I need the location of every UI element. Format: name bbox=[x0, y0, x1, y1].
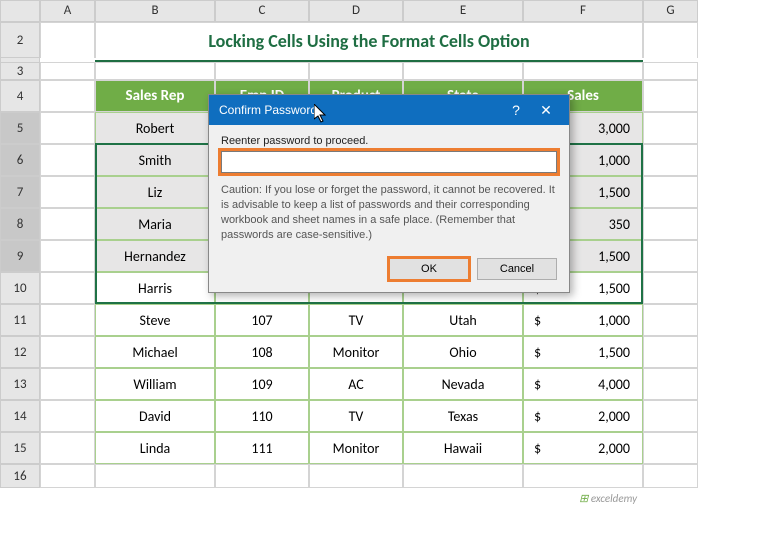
cell-id[interactable]: 109 bbox=[215, 368, 309, 400]
currency-symbol: $ bbox=[534, 376, 541, 393]
cell-rep[interactable]: Linda bbox=[95, 432, 215, 464]
row-header-11[interactable]: 11 bbox=[0, 304, 40, 336]
cell-product[interactable]: AC bbox=[309, 368, 403, 400]
ok-button[interactable]: OK bbox=[389, 258, 469, 280]
cell-sales[interactable]: $1,000 bbox=[523, 304, 643, 336]
cell-product[interactable]: Monitor bbox=[309, 432, 403, 464]
col-header-D[interactable]: D bbox=[309, 0, 403, 22]
dialog-title: Confirm Password bbox=[219, 103, 501, 117]
close-icon[interactable]: ✕ bbox=[531, 102, 561, 119]
row-header-5[interactable]: 5 bbox=[0, 112, 40, 144]
table-header-b[interactable]: Sales Rep bbox=[95, 80, 215, 112]
cell-rep[interactable]: Robert bbox=[95, 112, 215, 144]
cell-sales[interactable]: $2,000 bbox=[523, 432, 643, 464]
col-header-A[interactable]: A bbox=[40, 0, 95, 22]
row-header-13[interactable]: 13 bbox=[0, 368, 40, 400]
col-header-F[interactable]: F bbox=[523, 0, 643, 22]
col-header-E[interactable]: E bbox=[403, 0, 523, 22]
currency-symbol: $ bbox=[534, 440, 541, 457]
row-header-2[interactable]: 2 bbox=[0, 22, 40, 58]
watermark: ⊞ exceldemy bbox=[579, 492, 637, 505]
cell-id[interactable]: 110 bbox=[215, 400, 309, 432]
empty-a2[interactable] bbox=[40, 22, 95, 58]
currency-symbol: $ bbox=[534, 344, 541, 361]
cell-rep[interactable]: Smith bbox=[95, 144, 215, 176]
sales-amount: 3,000 bbox=[598, 120, 630, 137]
row-header-4[interactable]: 4 bbox=[0, 80, 40, 112]
cell-id[interactable]: 107 bbox=[215, 304, 309, 336]
row-header-12[interactable]: 12 bbox=[0, 336, 40, 368]
cell-rep[interactable]: Harris bbox=[95, 272, 215, 304]
cell-state[interactable]: Texas bbox=[403, 400, 523, 432]
currency-symbol: $ bbox=[534, 312, 541, 329]
row-header-3[interactable]: 3 bbox=[0, 62, 40, 80]
sales-amount: 350 bbox=[609, 216, 630, 233]
dialog-label: Reenter password to proceed. bbox=[221, 135, 557, 147]
row-header-10[interactable]: 10 bbox=[0, 272, 40, 304]
sales-amount: 1,000 bbox=[598, 312, 630, 329]
cell-rep[interactable]: Maria bbox=[95, 208, 215, 240]
cell-rep[interactable]: William bbox=[95, 368, 215, 400]
row-header-15[interactable]: 15 bbox=[0, 432, 40, 464]
cell-rep[interactable]: Steve bbox=[95, 304, 215, 336]
row-header-14[interactable]: 14 bbox=[0, 400, 40, 432]
cell-product[interactable]: TV bbox=[309, 304, 403, 336]
sales-amount: 1,500 bbox=[598, 280, 630, 297]
col-header-G[interactable]: G bbox=[643, 0, 698, 22]
sales-amount: 1,500 bbox=[598, 344, 630, 361]
sales-amount: 1,000 bbox=[598, 152, 630, 169]
cell-state[interactable]: Ohio bbox=[403, 336, 523, 368]
dialog-caution: Caution: If you lose or forget the passw… bbox=[221, 183, 557, 242]
dialog-titlebar[interactable]: Confirm Password ? ✕ bbox=[209, 95, 569, 125]
col-header-corner[interactable] bbox=[0, 0, 40, 22]
sales-amount: 1,500 bbox=[598, 248, 630, 265]
sales-amount: 4,000 bbox=[598, 376, 630, 393]
col-header-B[interactable]: B bbox=[95, 0, 215, 22]
cell-rep[interactable]: Michael bbox=[95, 336, 215, 368]
cell-id[interactable]: 111 bbox=[215, 432, 309, 464]
currency-symbol: $ bbox=[534, 408, 541, 425]
cell-rep[interactable]: David bbox=[95, 400, 215, 432]
cell-state[interactable]: Utah bbox=[403, 304, 523, 336]
row-header-9[interactable]: 9 bbox=[0, 240, 40, 272]
row-header-8[interactable]: 8 bbox=[0, 208, 40, 240]
confirm-password-dialog: Confirm Password ? ✕ Reenter password to… bbox=[208, 94, 570, 293]
sales-amount: 1,500 bbox=[598, 184, 630, 201]
cell-id[interactable]: 108 bbox=[215, 336, 309, 368]
row-header-16[interactable]: 16 bbox=[0, 464, 40, 488]
page-title: Locking Cells Using the Format Cells Opt… bbox=[95, 22, 643, 58]
cell-sales[interactable]: $2,000 bbox=[523, 400, 643, 432]
help-icon[interactable]: ? bbox=[501, 102, 531, 118]
cell-sales[interactable]: $1,500 bbox=[523, 336, 643, 368]
cell-state[interactable]: Nevada bbox=[403, 368, 523, 400]
cell-product[interactable]: Monitor bbox=[309, 336, 403, 368]
cell-product[interactable]: TV bbox=[309, 400, 403, 432]
cell-rep[interactable]: Liz bbox=[95, 176, 215, 208]
sales-amount: 2,000 bbox=[598, 408, 630, 425]
cell-state[interactable]: Hawaii bbox=[403, 432, 523, 464]
cancel-button[interactable]: Cancel bbox=[477, 258, 557, 280]
cell-sales[interactable]: $4,000 bbox=[523, 368, 643, 400]
empty-g2[interactable] bbox=[643, 22, 698, 58]
cell-rep[interactable]: Hernandez bbox=[95, 240, 215, 272]
sales-amount: 2,000 bbox=[598, 440, 630, 457]
password-input[interactable] bbox=[221, 151, 557, 173]
row-header-6[interactable]: 6 bbox=[0, 144, 40, 176]
row-header-7[interactable]: 7 bbox=[0, 176, 40, 208]
col-header-C[interactable]: C bbox=[215, 0, 309, 22]
